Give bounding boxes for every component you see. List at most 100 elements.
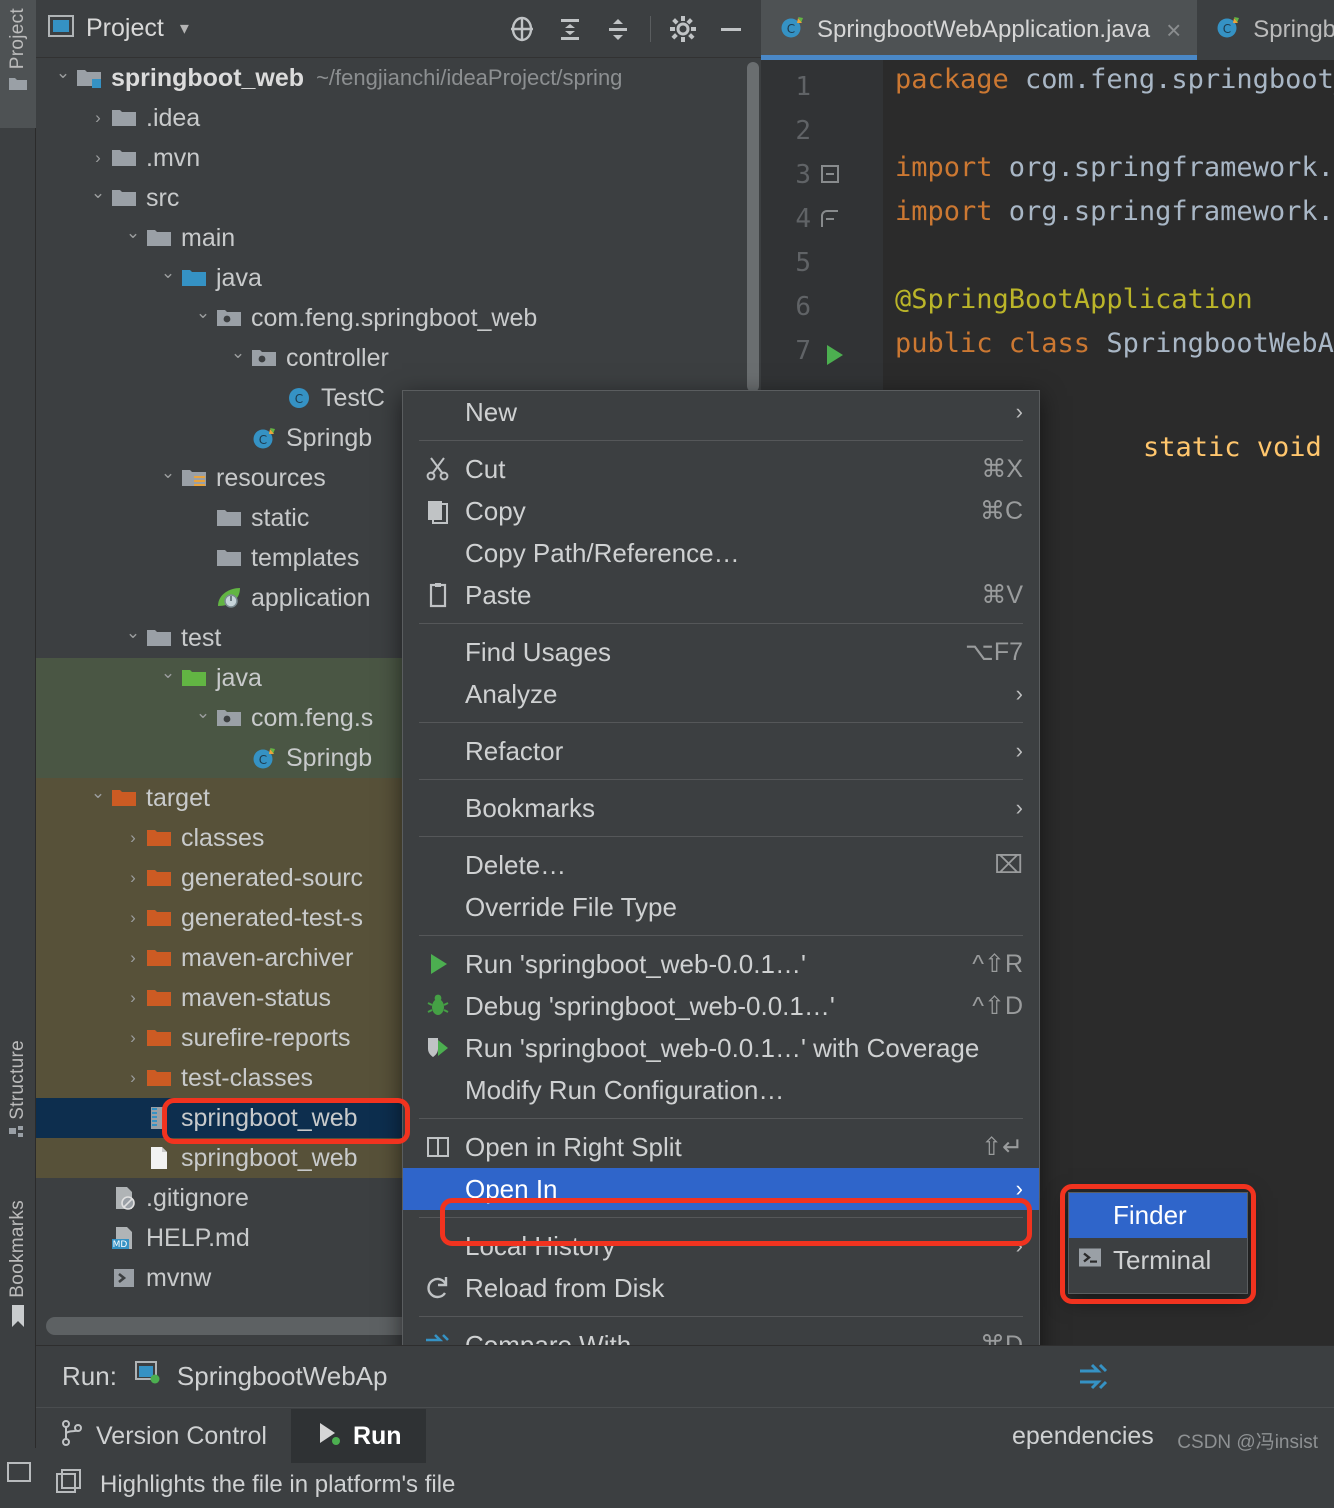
chevron-down-icon[interactable]: ⌄ bbox=[155, 263, 181, 283]
menu-item[interactable]: Delete…⌧ bbox=[403, 844, 1039, 886]
tree-node[interactable]: ⌄main bbox=[36, 218, 761, 258]
folder-orange-icon bbox=[146, 986, 172, 1010]
collapse-all-icon[interactable] bbox=[596, 7, 640, 51]
chevron-right-icon[interactable]: › bbox=[120, 948, 146, 968]
menu-item[interactable]: Run 'springboot_web-0.0.1…' with Coverag… bbox=[403, 1027, 1039, 1069]
menu-item[interactable]: Debug 'springboot_web-0.0.1…'^⇧D bbox=[403, 985, 1039, 1027]
chevron-down-icon[interactable]: ⌄ bbox=[190, 703, 216, 723]
folder-icon bbox=[216, 506, 242, 530]
tree-node-label: springboot_web bbox=[181, 1144, 358, 1173]
menu-item[interactable]: Open in Right Split⇧↵ bbox=[403, 1126, 1039, 1168]
chevron-down-icon[interactable]: ▾ bbox=[180, 18, 189, 39]
terminal-strip-icon-wrap[interactable] bbox=[0, 1448, 36, 1508]
tree-node[interactable]: ›.mvn bbox=[36, 138, 761, 178]
sidebar-item-bookmarks[interactable]: Bookmarks bbox=[0, 1200, 36, 1360]
folder-orange-icon bbox=[111, 786, 137, 810]
expand-all-icon[interactable] bbox=[548, 7, 592, 51]
menu-item[interactable]: Copy Path/Reference… bbox=[403, 532, 1039, 574]
dependencies-tab-label[interactable]: ependencies bbox=[1012, 1422, 1154, 1451]
menu-item[interactable]: Analyze› bbox=[403, 673, 1039, 715]
project-tree-vertical-scrollbar[interactable] bbox=[747, 62, 759, 392]
chevron-right-icon: › bbox=[992, 1176, 1023, 1202]
editor-tab-label: SpringbootWebApplication.java bbox=[817, 16, 1150, 44]
chevron-down-icon[interactable]: ⌄ bbox=[120, 223, 146, 243]
chevron-right-icon[interactable]: › bbox=[120, 828, 146, 848]
tree-node[interactable]: ⌄java bbox=[36, 258, 761, 298]
sidebar-item-project[interactable]: Project bbox=[0, 0, 36, 128]
menu-item-label: Paste bbox=[465, 580, 532, 611]
menu-item[interactable]: Paste⌘V bbox=[403, 574, 1039, 616]
tree-node-label: TestC bbox=[321, 384, 385, 413]
bottom-tab[interactable]: Run bbox=[291, 1409, 426, 1463]
menu-item[interactable]: Open In › bbox=[403, 1168, 1039, 1210]
tree-node-label: mvnw bbox=[146, 1264, 211, 1293]
menu-item[interactable]: New› bbox=[403, 391, 1039, 433]
code-line-main: static void main( bbox=[1143, 432, 1334, 463]
run-class-gutter-icon[interactable] bbox=[821, 342, 847, 373]
tree-node-label: .idea bbox=[146, 104, 200, 133]
chevron-down-icon[interactable]: ⌄ bbox=[190, 303, 216, 323]
chevron-down-icon[interactable]: ⌄ bbox=[155, 663, 181, 683]
open-in-submenu[interactable]: FinderTerminal bbox=[1068, 1192, 1248, 1294]
chevron-right-icon: › bbox=[992, 1233, 1023, 1259]
terminal-icon bbox=[1077, 1245, 1103, 1276]
tree-node[interactable]: › .idea bbox=[36, 98, 761, 138]
tree-node[interactable]: ⌄springboot_web~/fengjianchi/ideaProject… bbox=[36, 58, 761, 98]
chevron-down-icon[interactable]: ⌄ bbox=[225, 343, 251, 363]
chevron-down-icon[interactable]: ⌄ bbox=[155, 463, 181, 483]
menu-item-shortcut: ^⇧D bbox=[948, 991, 1023, 1021]
chevron-right-icon[interactable]: › bbox=[85, 108, 111, 128]
gear-icon[interactable] bbox=[661, 7, 705, 51]
gitignore-file-icon bbox=[111, 1186, 137, 1210]
tree-node[interactable]: ⌄com.feng.springboot_web bbox=[36, 298, 761, 338]
menu-item-label: Analyze bbox=[465, 679, 558, 710]
sidebar-item-structure-label: Structure bbox=[7, 1040, 29, 1120]
chevron-down-icon[interactable]: ⌄ bbox=[50, 63, 76, 83]
fold-end-icon[interactable] bbox=[821, 210, 841, 235]
submenu-item[interactable]: Finder bbox=[1069, 1193, 1247, 1238]
tree-node[interactable]: ⌄controller bbox=[36, 338, 761, 378]
line-number: 2 bbox=[795, 116, 811, 146]
fold-collapse-icon[interactable] bbox=[821, 165, 841, 190]
submenu-item[interactable]: Terminal bbox=[1069, 1238, 1247, 1283]
bottom-tab[interactable]: Version Control bbox=[36, 1409, 291, 1463]
context-menu[interactable]: New›Cut⌘XCopy⌘CCopy Path/Reference…Paste… bbox=[402, 390, 1040, 1508]
chevron-right-icon[interactable]: › bbox=[120, 988, 146, 1008]
hide-icon[interactable] bbox=[709, 7, 753, 51]
menu-item[interactable]: Modify Run Configuration… bbox=[403, 1069, 1039, 1111]
compare-arrows-icon[interactable] bbox=[1076, 1362, 1110, 1399]
editor-tab[interactable]: CSpringbootWebApplication.java× bbox=[761, 0, 1197, 60]
chevron-right-icon[interactable]: › bbox=[85, 148, 111, 168]
menu-item[interactable]: Reload from Disk bbox=[403, 1267, 1039, 1309]
tree-node-label: src bbox=[146, 184, 179, 213]
select-opened-file-icon[interactable] bbox=[500, 7, 544, 51]
menu-item[interactable]: Override File Type bbox=[403, 886, 1039, 928]
run-config-name[interactable]: SpringbootWebAp bbox=[177, 1361, 388, 1392]
menu-item-label: Open In bbox=[465, 1174, 558, 1205]
chevron-down-icon[interactable]: ⌄ bbox=[85, 183, 111, 203]
tree-node[interactable]: ⌄ src bbox=[36, 178, 761, 218]
svg-text:MD: MD bbox=[113, 1240, 128, 1250]
sidebar-item-structure[interactable]: Structure bbox=[0, 1040, 36, 1180]
close-icon[interactable]: × bbox=[1166, 15, 1181, 46]
editor-tab[interactable]: CSpringboo bbox=[1197, 0, 1334, 60]
chevron-down-icon[interactable]: ⌄ bbox=[120, 623, 146, 643]
chevron-right-icon[interactable]: › bbox=[120, 908, 146, 928]
menu-item[interactable]: Find Usages⌥F7 bbox=[403, 631, 1039, 673]
tree-node-label: HELP.md bbox=[146, 1224, 250, 1253]
menu-item[interactable]: Copy⌘C bbox=[403, 490, 1039, 532]
editor-tab-bar[interactable]: CSpringbootWebApplication.java×CSpringbo… bbox=[761, 0, 1334, 60]
menu-item-shortcut: ⌘C bbox=[956, 496, 1023, 526]
chevron-right-icon[interactable]: › bbox=[120, 868, 146, 888]
menu-item[interactable]: Run 'springboot_web-0.0.1…'^⇧R bbox=[403, 943, 1039, 985]
menu-item[interactable]: Local History› bbox=[403, 1225, 1039, 1267]
chevron-right-icon[interactable]: › bbox=[120, 1068, 146, 1088]
status-bar: Highlights the file in platform's file bbox=[36, 1462, 1334, 1508]
menu-item[interactable]: Bookmarks› bbox=[403, 787, 1039, 829]
menu-item[interactable]: Cut⌘X bbox=[403, 448, 1039, 490]
chevron-right-icon[interactable]: › bbox=[120, 1028, 146, 1048]
menu-item[interactable]: Refactor› bbox=[403, 730, 1039, 772]
menu-separator bbox=[419, 836, 1023, 837]
chevron-down-icon[interactable]: ⌄ bbox=[85, 783, 111, 803]
folder-orange-icon bbox=[146, 946, 172, 970]
